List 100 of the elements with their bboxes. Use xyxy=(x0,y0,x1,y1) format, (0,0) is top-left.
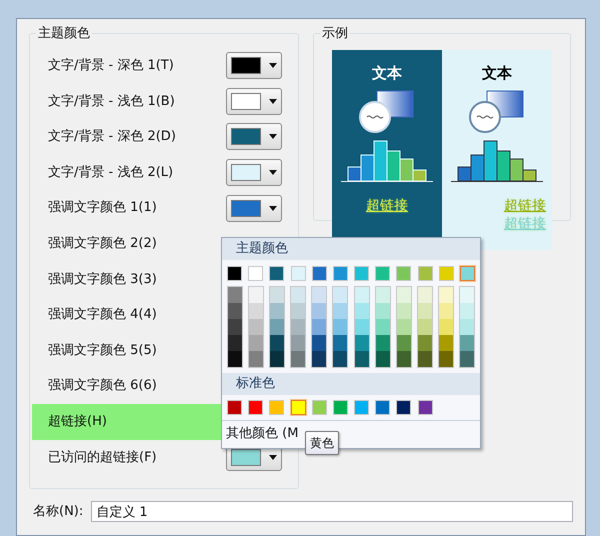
shade-swatch[interactable] xyxy=(228,335,242,351)
shade-swatch[interactable] xyxy=(439,303,454,319)
caret-icon xyxy=(269,170,277,176)
shade-swatch[interactable] xyxy=(460,335,474,351)
shade-swatch[interactable] xyxy=(460,319,474,335)
shade-swatch[interactable] xyxy=(228,287,242,303)
color-swatch[interactable] xyxy=(332,266,348,281)
shade-swatch[interactable] xyxy=(376,319,390,335)
shade-swatch[interactable] xyxy=(396,287,411,303)
color-swatch[interactable] xyxy=(418,266,433,281)
preview-heading: 文本 xyxy=(482,63,512,84)
shade-swatch[interactable] xyxy=(354,351,369,367)
shade-swatch[interactable] xyxy=(312,319,326,335)
color-swatch[interactable] xyxy=(290,400,306,415)
caret-icon xyxy=(269,98,277,104)
shade-swatch[interactable] xyxy=(439,335,454,351)
shade-swatch[interactable] xyxy=(333,351,348,367)
shade-swatch[interactable] xyxy=(439,351,454,367)
color-swatch[interactable] xyxy=(396,400,412,415)
color-swatch[interactable] xyxy=(248,266,264,281)
color-label: 强调文字颜色 3(3) xyxy=(48,270,157,289)
shade-swatch[interactable] xyxy=(396,303,411,319)
color-picker-button[interactable] xyxy=(226,52,282,80)
color-swatch[interactable] xyxy=(460,266,475,281)
shade-swatch[interactable] xyxy=(248,287,263,303)
color-label: 强调文字颜色 4(4) xyxy=(48,306,157,324)
shade-swatch[interactable] xyxy=(228,319,242,335)
shade-swatch[interactable] xyxy=(354,319,369,335)
more-colors-item[interactable]: 其他颜色 (M xyxy=(226,424,298,444)
color-swatch[interactable] xyxy=(312,400,327,415)
shade-swatch[interactable] xyxy=(418,351,432,367)
shade-swatch[interactable] xyxy=(354,303,369,319)
shade-swatch[interactable] xyxy=(396,351,411,367)
color-picker-button[interactable] xyxy=(226,194,282,222)
shade-swatch[interactable] xyxy=(291,351,306,367)
shade-swatch[interactable] xyxy=(439,319,454,335)
shade-swatch[interactable] xyxy=(291,319,306,335)
shade-swatch[interactable] xyxy=(354,287,369,303)
color-label: 强调文字颜色 1(1) xyxy=(48,199,157,218)
color-picker-button[interactable] xyxy=(226,123,282,150)
color-swatch[interactable] xyxy=(312,266,327,281)
shade-swatch[interactable] xyxy=(418,335,432,351)
color-swatch[interactable] xyxy=(418,400,432,415)
color-swatch[interactable] xyxy=(290,266,306,281)
shade-swatch[interactable] xyxy=(460,303,474,319)
shade-swatch[interactable] xyxy=(376,303,390,319)
shade-swatch[interactable] xyxy=(354,335,369,351)
shade-swatch[interactable] xyxy=(228,303,242,319)
shade-swatch[interactable] xyxy=(460,287,474,303)
shade-swatch[interactable] xyxy=(312,351,326,367)
shade-swatch[interactable] xyxy=(333,335,348,351)
shade-swatch[interactable] xyxy=(312,303,326,319)
shade-swatch[interactable] xyxy=(396,319,411,335)
shade-swatch[interactable] xyxy=(376,335,390,351)
color-swatch[interactable] xyxy=(396,266,412,281)
color-picker-button[interactable] xyxy=(226,88,282,115)
shade-swatch[interactable] xyxy=(248,319,263,335)
color-swatch[interactable] xyxy=(269,400,284,415)
color-swatch[interactable] xyxy=(375,266,390,281)
color-swatch[interactable] xyxy=(438,266,454,281)
color-label: 文字/背景 - 浅色 2(L) xyxy=(48,164,174,182)
shade-swatch[interactable] xyxy=(270,319,284,335)
shade-swatch[interactable] xyxy=(396,335,411,351)
shade-swatch[interactable] xyxy=(333,287,348,303)
name-field[interactable]: 自定义 1 xyxy=(91,501,573,522)
shade-swatch[interactable] xyxy=(270,287,284,303)
color-swatch[interactable] xyxy=(248,400,264,415)
shade-swatch[interactable] xyxy=(291,335,306,351)
caret-icon xyxy=(269,454,277,460)
shade-swatch[interactable] xyxy=(291,287,306,303)
shade-swatch[interactable] xyxy=(312,335,326,351)
color-swatch[interactable] xyxy=(354,400,369,415)
color-swatch[interactable] xyxy=(227,266,242,281)
shade-swatch[interactable] xyxy=(439,287,454,303)
shade-swatch[interactable] xyxy=(270,335,284,351)
tooltip: 黄色 xyxy=(305,431,339,455)
shade-swatch[interactable] xyxy=(418,303,432,319)
shade-swatch[interactable] xyxy=(270,303,284,319)
shade-swatch[interactable] xyxy=(333,319,348,335)
color-swatch[interactable] xyxy=(332,400,348,415)
shade-swatch[interactable] xyxy=(376,351,390,367)
shade-swatch[interactable] xyxy=(333,303,348,319)
shade-swatch[interactable] xyxy=(291,303,306,319)
shade-swatch[interactable] xyxy=(248,303,263,319)
shade-swatch[interactable] xyxy=(418,287,432,303)
shade-swatch[interactable] xyxy=(248,351,263,367)
shade-swatch[interactable] xyxy=(418,319,432,335)
color-swatch[interactable] xyxy=(227,400,242,415)
shade-swatch[interactable] xyxy=(248,335,263,351)
color-swatch[interactable] xyxy=(354,266,370,281)
color-swatch[interactable] xyxy=(375,400,390,415)
color-picker-button[interactable] xyxy=(226,159,282,186)
color-label: 已访问的超链接(F) xyxy=(48,448,157,467)
menu-section-title: 主题颜色 xyxy=(222,238,480,260)
shade-swatch[interactable] xyxy=(312,287,326,303)
shade-swatch[interactable] xyxy=(376,287,390,303)
shade-swatch[interactable] xyxy=(270,351,284,367)
shade-swatch[interactable] xyxy=(460,351,474,367)
color-swatch[interactable] xyxy=(269,266,284,281)
shade-swatch[interactable] xyxy=(228,351,242,367)
